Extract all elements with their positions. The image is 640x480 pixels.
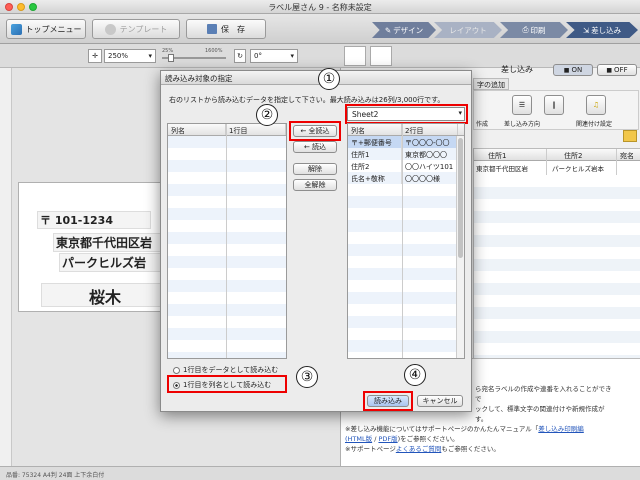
top-menu-button[interactable]: トップメニュー [6,19,86,39]
mode-design[interactable]: ✎ デザイン [372,22,436,38]
annotation-3: ③ [296,366,318,388]
source-rows: 〒+郵便番号 〒〇〇〇-〇〇 住所1 東京都〇〇〇 住所2 〇〇ハイツ101 氏名+敬… [348,136,464,184]
save-icon [207,24,217,34]
window-title: ラベル屋さん 9 - 名称未設定 [268,3,372,12]
rotate-select[interactable]: 0° ▾ [250,49,298,63]
pdf-manual-link[interactable]: PDF版 [378,435,397,443]
list-item[interactable]: 住所1 東京都〇〇〇 [348,148,464,160]
source-columns-list[interactable]: 列名 2行目 〒+郵便番号 〒〇〇〇-〇〇 住所1 東京都〇〇〇 住所2 〇〇ハイツ1… [347,123,465,359]
merge-direction-icon[interactable]: ☰ [512,95,532,115]
load-button[interactable]: ← 読込 [293,141,337,153]
merge-data-grid[interactable]: 住所1 住所2 宛名 東京都千代田区岩 パークヒルズ岩本 [473,148,640,359]
merge-label: 差し込み [501,65,533,74]
save-button[interactable]: 保 存 [186,19,266,39]
status-bar: 品番: 75324 A4判 24面 上下余白付 [0,466,640,480]
dialog-title: 読み込み対象の指定 [161,71,471,85]
rotate-icon[interactable]: ↻ [234,49,246,63]
list-item[interactable]: 住所2 〇〇ハイツ101 [348,160,464,172]
annotation-1: ① [318,68,340,90]
highlight-load-all [289,121,341,141]
merge-tools: 作成 ☰ ‖ 差し込み方向 ♫ 関連付け設定 [473,90,639,130]
label-postal: 〒 101-1234 [37,211,151,229]
label-address1: 東京都千代田区岩 [53,233,169,252]
manual-link[interactable]: 差し込み印刷編 [538,425,584,433]
highlight-radio-header [167,375,287,393]
grid-col-addr1: 住所1 [488,152,507,160]
label-address2: パークヒルズ岩 [59,253,169,272]
grid-cell: パークヒルズ岩本 [552,165,604,173]
label-preview[interactable]: 〒 101-1234 東京都千代田区岩 パークヒルズ岩 桜木 [18,182,169,312]
merge-on-toggle[interactable]: ■ ON [553,64,593,76]
merge-direction2-icon[interactable]: ‖ [544,95,564,115]
remove-button[interactable]: 解除 [293,163,337,175]
imported-columns-list[interactable]: 列名 1行目 [167,123,287,359]
template-icon [104,23,116,35]
mode-print[interactable]: ⎙ 印刷 [500,22,568,38]
list-item[interactable]: 氏名+敬称 〇〇〇〇様 [348,172,464,184]
slider-max-label: 1600% [205,48,223,54]
zoom-slider-handle[interactable] [168,54,174,62]
folder-icon[interactable] [623,130,637,142]
related-settings-icon[interactable]: ♫ [586,95,606,115]
import-target-dialog: 読み込み対象の指定 右のリストから読み込むデータを指定して下さい。最大読み込みは… [160,70,472,412]
faq-link[interactable]: よくあるご質問 [396,445,442,453]
highlight-ok [363,391,413,411]
radio-first-row-data[interactable]: 1行目をデータとして読み込む [173,365,278,375]
list-scrollbar[interactable] [456,136,464,358]
layout-view-icon[interactable] [344,46,366,66]
home-icon [10,23,22,35]
annotation-2: ② [256,104,278,126]
radio-icon [173,366,180,374]
remove-all-button[interactable]: 全解除 [293,179,337,191]
grid-cell: 東京都千代田区岩 [476,165,528,173]
sub-toolbar: ✛ 250% ▾ 25% 1600% ↻ 0° ▾ [0,44,640,68]
fit-icon[interactable]: ✛ [88,49,102,63]
list-item[interactable]: 〒+郵便番号 〒〇〇〇-〇〇 [348,136,464,148]
html-manual-link[interactable]: (HTML版 [345,435,372,443]
mode-layout[interactable]: レイアウト [434,22,502,38]
cancel-button[interactable]: キャンセル [417,395,463,407]
mode-merge[interactable]: ⇲ 差し込み [566,22,638,38]
merge-off-toggle[interactable]: ■ OFF [597,64,637,76]
annotation-4: ④ [404,364,426,386]
scrollbar-thumb[interactable] [458,138,463,258]
mode-bar: ✎ デザイン レイアウト ⎙ 印刷 ⇲ 差し込み [372,22,640,38]
tab-add-chars[interactable]: 字の追加 [473,78,509,90]
list-view-icon[interactable] [370,46,392,66]
grid-col-name: 宛名 [620,152,634,160]
highlight-sheet-select [345,104,468,124]
vertical-ruler [0,68,12,468]
grid-col-addr2: 住所2 [564,152,583,160]
main-toolbar: トップメニュー テンプレート 保 存 ✎ デザイン レイアウト ⎙ 印刷 ⇲ 差し込み [0,14,640,44]
window-titlebar: ラベル屋さん 9 - 名称未設定 [0,0,640,14]
label-name: 桜木 [41,283,169,307]
template-button[interactable]: テンプレート [92,19,180,39]
zoom-select[interactable]: 250% ▾ [104,49,156,63]
